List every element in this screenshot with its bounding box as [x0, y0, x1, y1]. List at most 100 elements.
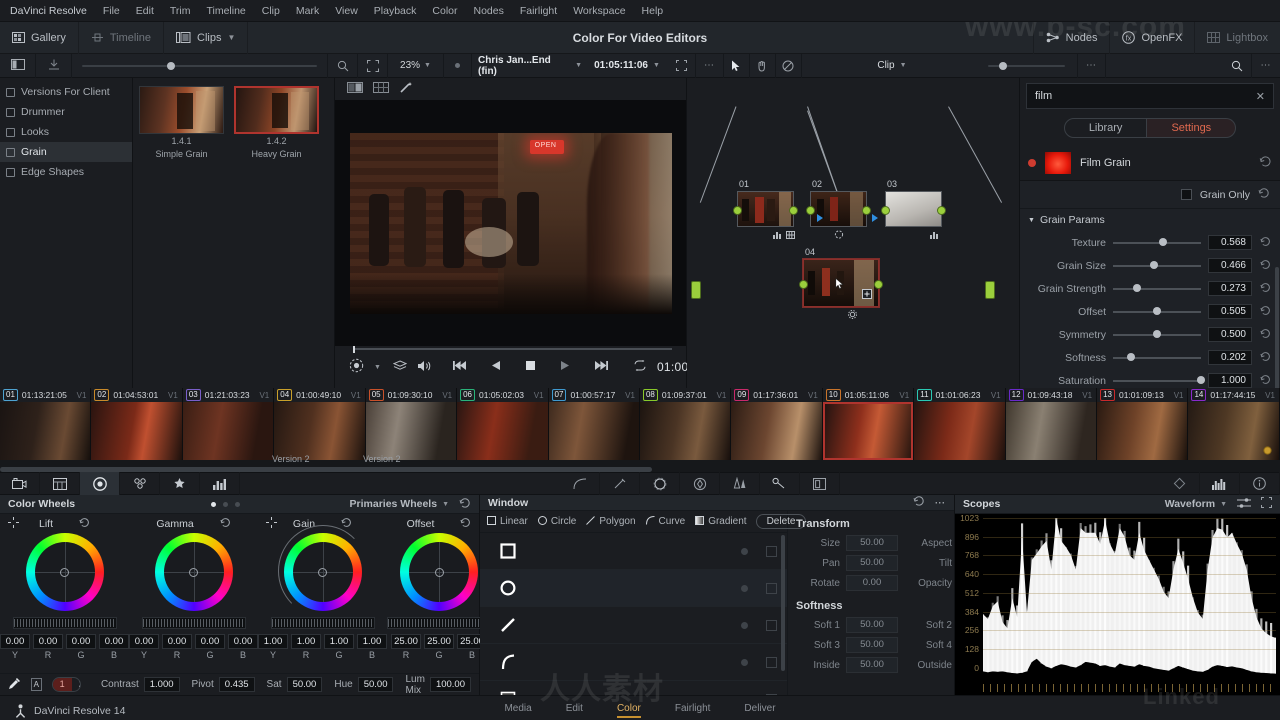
search-gallery-icon[interactable]: [328, 53, 358, 78]
shape-invert-toggle[interactable]: [741, 584, 748, 592]
menu-item-workspace[interactable]: Workspace: [573, 5, 625, 17]
shape-mask-toggle[interactable]: [766, 582, 777, 594]
wheel-reset-icon[interactable]: [220, 517, 231, 531]
timeline-clip-09[interactable]: 09 01:17:36:01 V1: [731, 388, 823, 460]
clear-search-icon[interactable]: ✕: [1256, 90, 1265, 103]
color-wheels-icon[interactable]: [80, 472, 120, 495]
scope-settings-icon[interactable]: [1237, 497, 1251, 512]
grade-field-value[interactable]: 50.00: [357, 677, 394, 692]
wheel-value[interactable]: 0.00: [99, 634, 129, 649]
menu-item-file[interactable]: File: [103, 5, 120, 17]
wheel-page-dots[interactable]: [211, 501, 241, 507]
ofx-effect-row[interactable]: Film Grain: [1020, 146, 1280, 180]
timeline-clip-13[interactable]: 13 01:01:09:13 V1: [1097, 388, 1189, 460]
wheel-control[interactable]: [154, 533, 233, 611]
lightbox-button[interactable]: Lightbox: [1194, 21, 1280, 54]
wheel-value[interactable]: 1.00: [357, 634, 387, 649]
node-04[interactable]: 04: [799, 247, 883, 319]
grade-field-value[interactable]: 100.00: [429, 677, 471, 692]
field-value-pan[interactable]: 50.00: [846, 555, 898, 571]
shape-invert-toggle[interactable]: [741, 621, 748, 629]
window-options-icon[interactable]: ⋯: [935, 497, 947, 509]
wheel-value[interactable]: 0.00: [66, 634, 96, 649]
param-slider[interactable]: [1113, 376, 1205, 384]
download-icon[interactable]: [48, 59, 60, 73]
viewer-clip-select[interactable]: Chris Jan...End (fin) ▼: [472, 54, 588, 78]
wheel-master-slider[interactable]: [141, 617, 246, 629]
menu-item-davinci-resolve[interactable]: DaVinci Resolve: [10, 5, 87, 17]
timeline-clip-12[interactable]: 12 01:09:43:18 V1: [1005, 388, 1098, 460]
cursor-tool-icon[interactable]: [724, 53, 750, 78]
menu-item-trim[interactable]: Trim: [170, 5, 191, 17]
play-forward-button[interactable]: [560, 360, 570, 374]
wheel-indicator[interactable]: [318, 567, 327, 577]
menu-item-color[interactable]: Color: [432, 5, 457, 17]
timeline-button[interactable]: Timeline: [79, 21, 165, 54]
grain-params-section-header[interactable]: ▼ Grain Params: [1020, 209, 1280, 231]
curve-tool-icon[interactable]: [560, 472, 600, 495]
wheel-value[interactable]: 0.00: [0, 634, 30, 649]
ofx-tab-settings[interactable]: Settings: [1147, 118, 1237, 138]
grade-field-value[interactable]: 1.000: [143, 677, 180, 692]
wheel-control[interactable]: [283, 533, 362, 611]
param-slider[interactable]: [1113, 307, 1201, 315]
timeline-clip-03[interactable]: 03 01:21:03:23 V1: [182, 388, 275, 460]
page-color[interactable]: Color: [616, 703, 641, 718]
wheel-picker-icon[interactable]: [8, 517, 19, 531]
waveform-scope[interactable]: 0 128 256 384 512 640 768 896 1023: [955, 513, 1280, 695]
viewer-image-wipe-icon[interactable]: [349, 358, 364, 376]
sidebar-toggle-icon[interactable]: [10, 58, 25, 73]
menu-item-fairlight[interactable]: Fairlight: [520, 5, 557, 17]
gallery-album-looks[interactable]: Looks: [0, 122, 132, 142]
wheel-value[interactable]: 0.00: [129, 634, 159, 649]
grain-only-row[interactable]: Grain Only: [1020, 181, 1280, 209]
scopes-icon[interactable]: [1200, 472, 1240, 495]
grain-only-checkbox[interactable]: [1180, 189, 1192, 200]
gallery-still-1[interactable]: 1.4.1 Simple Grain: [139, 86, 224, 160]
node-04-output-port[interactable]: [874, 280, 883, 289]
page-fairlight[interactable]: Fairlight: [675, 703, 711, 718]
grade-field-value[interactable]: 50.00: [286, 677, 323, 692]
wheel-control[interactable]: [25, 533, 104, 611]
gallery-still-2[interactable]: 1.4.2 Heavy Grain: [234, 86, 319, 160]
field-value-soft-1[interactable]: 50.00: [846, 617, 898, 633]
shape-mask-toggle[interactable]: [766, 619, 777, 631]
grid-view-icon[interactable]: [373, 82, 389, 96]
wheel-value[interactable]: 0.00: [33, 634, 63, 649]
version-selector[interactable]: 12: [51, 677, 81, 692]
volume-icon[interactable]: [417, 360, 432, 375]
gallery-album-grain[interactable]: Grain: [0, 142, 132, 162]
node-04-input-port[interactable]: [799, 280, 808, 289]
keyframes-icon[interactable]: [1160, 472, 1200, 495]
qualifier-icon[interactable]: [600, 472, 640, 495]
param-reset-icon[interactable]: [1259, 305, 1272, 319]
shape-mask-toggle[interactable]: [766, 656, 777, 668]
color-match-icon[interactable]: [40, 472, 80, 495]
shape-tool-circle[interactable]: Circle: [537, 515, 576, 529]
field-value-rotate[interactable]: 0.00: [846, 575, 898, 591]
effect-enable-toggle[interactable]: [1028, 159, 1036, 167]
field-value-inside[interactable]: 50.00: [846, 657, 898, 673]
loop-button[interactable]: [633, 360, 647, 374]
pan-tool-icon[interactable]: [750, 53, 776, 78]
tracker-icon[interactable]: [680, 472, 720, 495]
node-02-input-port[interactable]: [806, 206, 815, 215]
node-scope-select[interactable]: Clip ▼: [802, 54, 982, 78]
curves-icon[interactable]: [200, 472, 240, 495]
ofx-scrollbar[interactable]: [1275, 267, 1279, 388]
node-graph-panel[interactable]: 01 02 03 04: [687, 78, 1020, 388]
eyedropper-icon[interactable]: [8, 677, 21, 693]
node-source-port[interactable]: [691, 281, 701, 299]
wheel-indicator[interactable]: [189, 567, 198, 577]
ofx-search-icon[interactable]: [1222, 53, 1252, 78]
wheel-master-slider[interactable]: [12, 617, 117, 629]
param-value[interactable]: 1.000: [1208, 373, 1252, 388]
wheel-reset-icon[interactable]: [79, 517, 90, 531]
node-options-icon[interactable]: ⋯: [1078, 53, 1106, 78]
wheel-value[interactable]: 1.00: [291, 634, 321, 649]
viewer-zoom-select[interactable]: 23% ▼: [388, 53, 444, 78]
shape-tool-polygon[interactable]: Polygon: [585, 515, 636, 529]
wheel-value[interactable]: 0.00: [228, 634, 258, 649]
magic-wand-icon[interactable]: [399, 81, 413, 97]
nodes-button[interactable]: Nodes: [1032, 21, 1110, 54]
